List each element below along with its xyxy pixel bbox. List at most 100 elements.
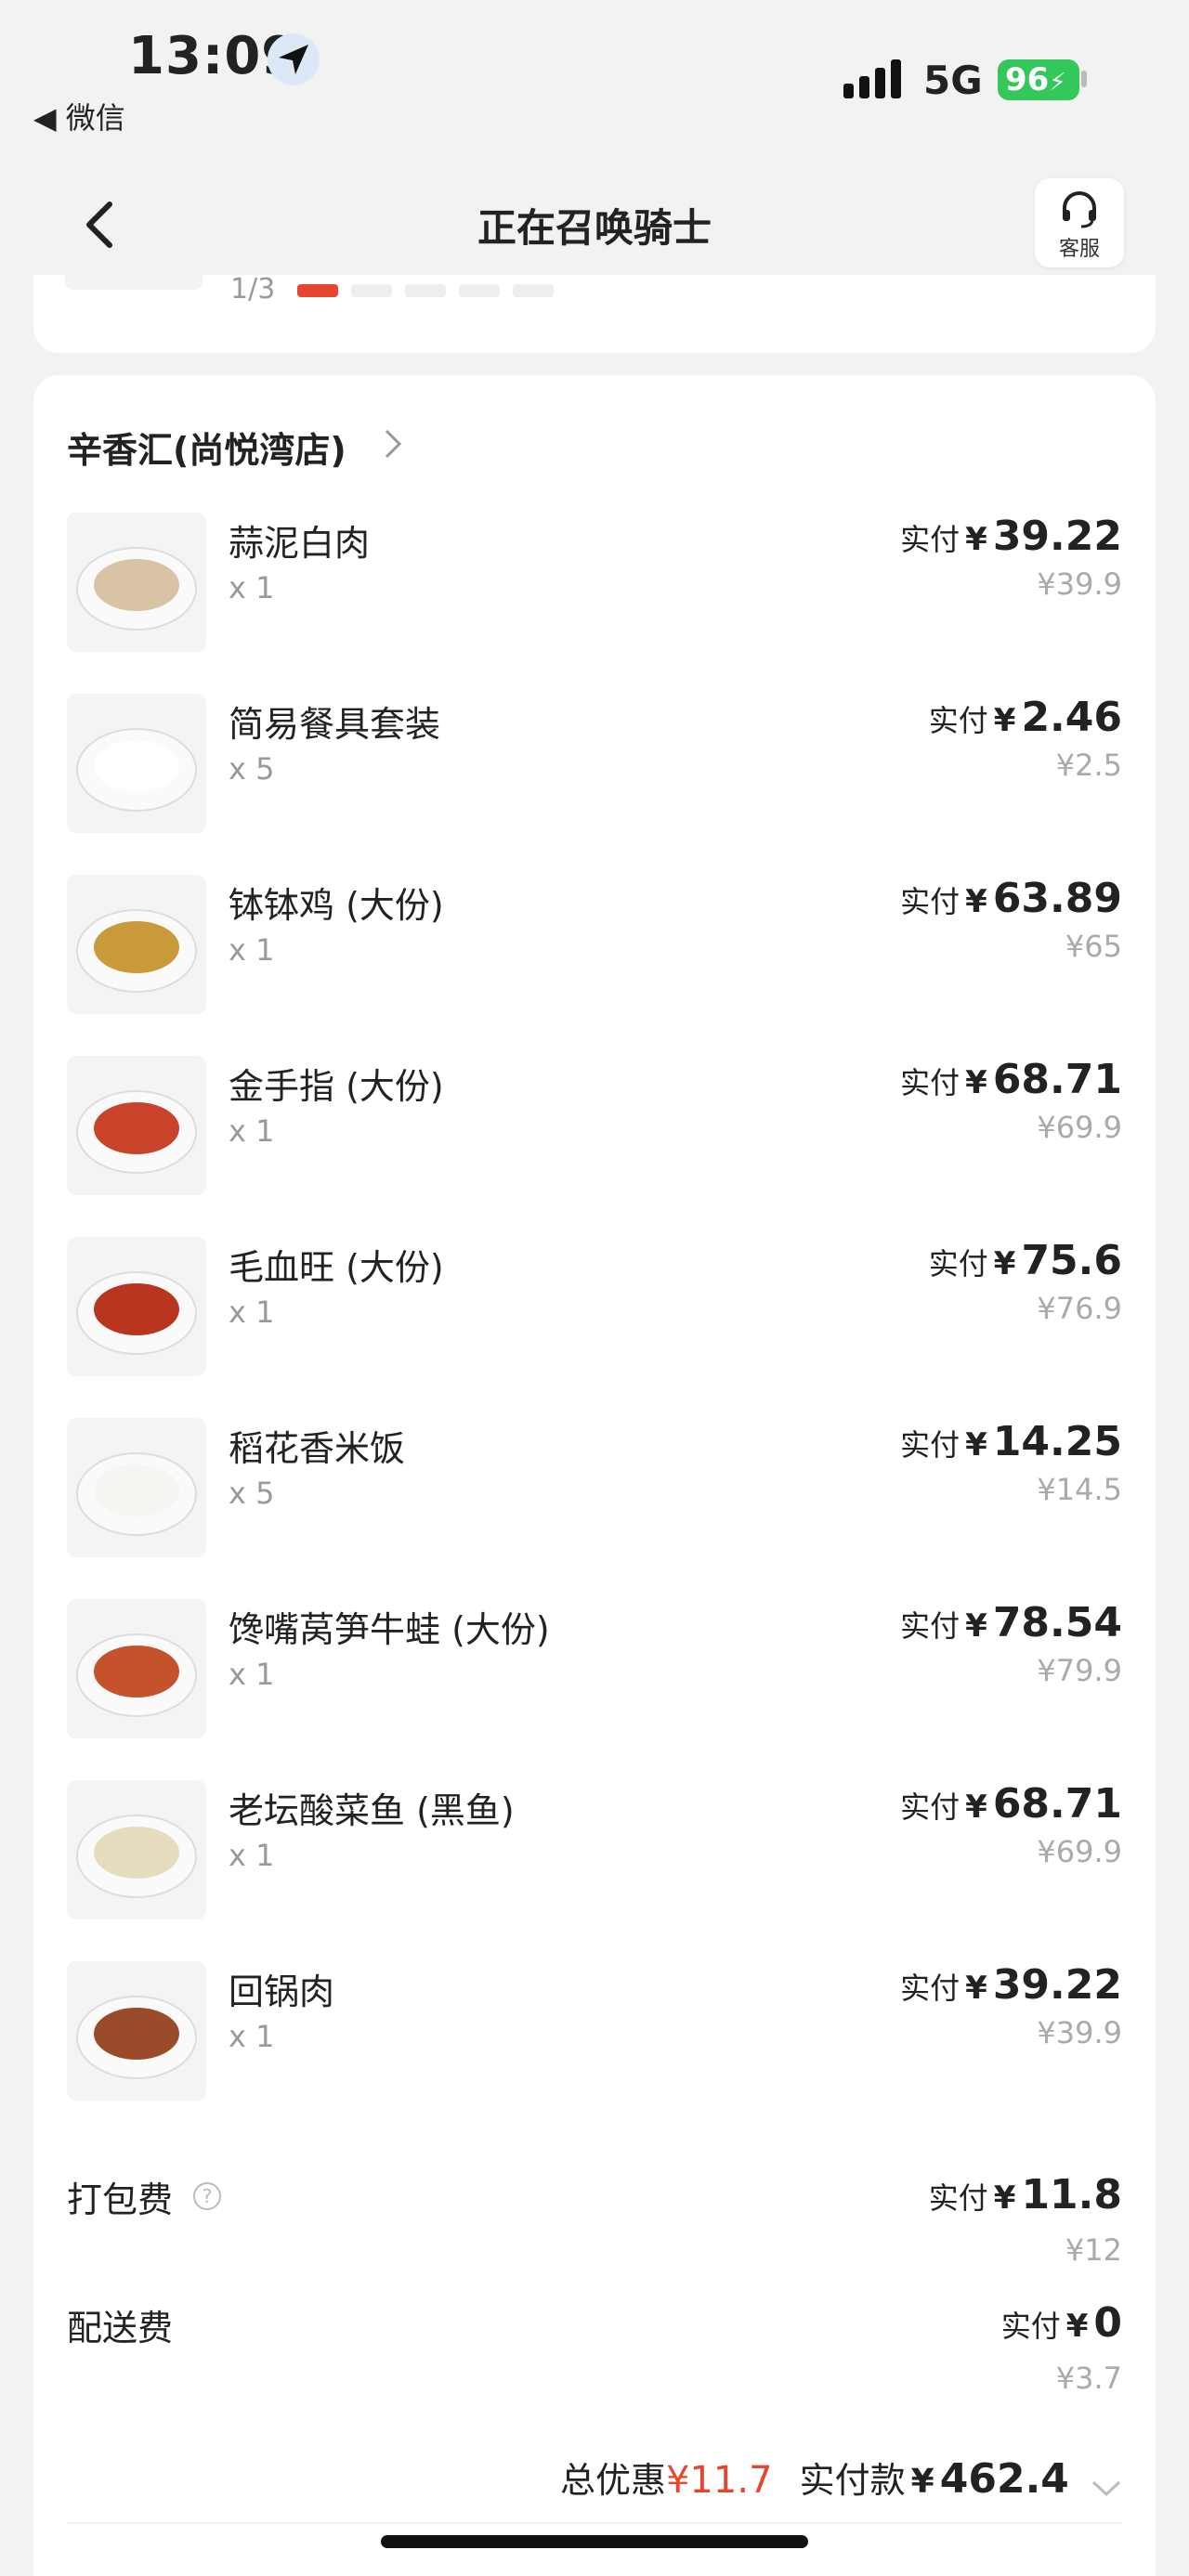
paid-label: 实付 xyxy=(900,522,960,557)
dish-thumbnail xyxy=(67,513,206,652)
dish-name: 老坛酸菜鱼 (黑鱼) xyxy=(229,1790,515,1831)
chevron-down-icon[interactable] xyxy=(1091,2479,1122,2498)
paid-label: 实付 xyxy=(900,884,960,919)
order-item-row[interactable]: 回锅肉 x 1 实付 ¥39.22 ¥39.9 xyxy=(33,1961,1156,2101)
paid-value: 75.6 xyxy=(1021,1237,1122,1284)
dish-quantity: x 1 xyxy=(229,1113,275,1149)
order-detail-card: 辛香汇(尚悦湾店) 蒜泥白肉 x 1 实付 ¥39.22 ¥39.9 简易餐具套装 x 5实… xyxy=(33,375,1156,2576)
location-arrow-icon xyxy=(268,33,320,85)
dish-name: 馋嘴莴笋牛蛙 (大份) xyxy=(229,1609,550,1650)
store-name[interactable]: 辛香汇(尚悦湾店) xyxy=(67,422,346,473)
fee-name: 打包费 xyxy=(67,2179,174,2220)
battery-level: 96 xyxy=(1005,61,1050,98)
currency-symbol: ¥ xyxy=(993,2179,1016,2217)
back-to-app-link[interactable]: ◀ 微信 xyxy=(33,95,125,137)
order-item-row[interactable]: 钵钵鸡 (大份) x 1 实付 ¥63.89 ¥65 xyxy=(33,875,1156,1014)
total-label: 实付款 xyxy=(799,2460,906,2501)
battery-cap xyxy=(1081,71,1087,87)
paid-label: 实付 xyxy=(900,1427,960,1463)
fee-row: 配送费 实付 ¥0 ¥3.7 xyxy=(33,2299,1156,2420)
dish-thumbnail xyxy=(67,1418,206,1557)
customer-service-label: 客服 xyxy=(1058,238,1100,261)
dish-name: 稻花香米饭 xyxy=(229,1428,406,1469)
divider xyxy=(67,2522,1122,2524)
signal-icon xyxy=(843,58,903,98)
paid-value: 11.8 xyxy=(1021,2171,1122,2218)
order-item-row[interactable]: 毛血旺 (大份) x 1 实付 ¥75.6 ¥76.9 xyxy=(33,1237,1156,1376)
currency-symbol: ¥ xyxy=(993,1245,1016,1282)
dish-thumbnail xyxy=(67,875,206,1014)
rider-status-card: 1/3 xyxy=(33,275,1156,353)
fee-original-price: ¥12 xyxy=(1065,2232,1122,2268)
dish-quantity: x 1 xyxy=(229,570,275,605)
dish-quantity: x 1 xyxy=(229,1295,275,1330)
paid-price: 实付 ¥2.46 xyxy=(929,694,1122,741)
order-item-row[interactable]: 金手指 (大份) x 1 实付 ¥68.71 ¥69.9 xyxy=(33,1056,1156,1195)
dish-thumbnail xyxy=(67,694,206,833)
dish-name: 毛血旺 (大份) xyxy=(229,1247,444,1288)
paid-label: 实付 xyxy=(1000,2309,1061,2344)
image-page-indicator: 1/3 xyxy=(230,275,276,306)
fee-original-price: ¥3.7 xyxy=(1055,2361,1122,2396)
dish-thumbnail xyxy=(67,1056,206,1195)
fee-row: 打包费? 实付 ¥11.8 ¥12 xyxy=(33,2171,1156,2292)
dish-name: 回锅肉 xyxy=(229,1971,335,2012)
currency-symbol: ¥ xyxy=(965,1607,987,1645)
original-price: ¥14.5 xyxy=(1037,1472,1122,1507)
fee-paid-price: 实付 ¥0 xyxy=(1001,2299,1122,2347)
paid-price: 实付 ¥39.22 xyxy=(900,1961,1122,2009)
order-item-row[interactable]: 馋嘴莴笋牛蛙 (大份) x 1 实付 ¥78.54 ¥79.9 xyxy=(33,1599,1156,1738)
paid-value: 14.25 xyxy=(992,1418,1122,1465)
page-title: 正在召唤骑士 xyxy=(477,205,712,251)
paid-value: 0 xyxy=(1093,2299,1122,2347)
currency-symbol: ¥ xyxy=(965,1789,987,1826)
order-item-row[interactable]: 简易餐具套装 x 5 实付 ¥2.46 ¥2.5 xyxy=(33,694,1156,833)
paid-label: 实付 xyxy=(928,2180,988,2216)
dish-thumbnail xyxy=(67,1599,206,1738)
original-price: ¥65 xyxy=(1065,929,1122,964)
currency-symbol: ¥ xyxy=(965,1064,987,1101)
dish-thumbnail xyxy=(67,1961,206,2101)
paid-value: 2.46 xyxy=(1021,694,1122,741)
indicator-dot xyxy=(351,284,392,297)
navigation-bar: 正在召唤骑士 客服 xyxy=(0,149,1189,288)
network-type: 5G xyxy=(923,58,983,103)
paid-label: 实付 xyxy=(900,1608,960,1644)
headset-icon xyxy=(1063,191,1096,228)
paid-price: 实付 ¥68.71 xyxy=(900,1780,1122,1828)
indicator-dot xyxy=(459,284,500,297)
paid-value: 39.22 xyxy=(992,513,1122,560)
image-thumbnail xyxy=(65,275,203,290)
order-item-row[interactable]: 蒜泥白肉 x 1 实付 ¥39.22 ¥39.9 xyxy=(33,513,1156,652)
dish-quantity: x 5 xyxy=(229,751,275,787)
discount-value: ¥11.7 xyxy=(666,2459,773,2502)
order-item-row[interactable]: 稻花香米饭 x 5 实付 ¥14.25 ¥14.5 xyxy=(33,1418,1156,1557)
currency-symbol: ¥ xyxy=(965,521,987,558)
dish-name: 钵钵鸡 (大份) xyxy=(229,885,444,926)
chevron-right-icon[interactable] xyxy=(383,427,403,461)
paid-label: 实付 xyxy=(928,1246,988,1281)
paid-label: 实付 xyxy=(928,703,988,738)
total-value: 462.4 xyxy=(939,2455,1069,2503)
currency-symbol: ¥ xyxy=(965,883,987,920)
original-price: ¥39.9 xyxy=(1037,566,1122,602)
original-price: ¥39.9 xyxy=(1037,2015,1122,2050)
battery-icon: 96⚡ xyxy=(998,59,1079,100)
paid-value: 39.22 xyxy=(992,1961,1122,2009)
dish-quantity: x 1 xyxy=(229,1657,275,1692)
currency-symbol: ¥ xyxy=(993,702,1016,739)
original-price: ¥69.9 xyxy=(1037,1110,1122,1145)
dish-quantity: x 1 xyxy=(229,1838,275,1873)
paid-label: 实付 xyxy=(900,1789,960,1825)
fee-paid-price: 实付 ¥11.8 xyxy=(929,2171,1122,2218)
paid-value: 68.71 xyxy=(992,1056,1122,1103)
total-currency: ¥ xyxy=(910,2463,934,2501)
order-item-row[interactable]: 老坛酸菜鱼 (黑鱼) x 1 实付 ¥68.71 ¥69.9 xyxy=(33,1780,1156,1919)
original-price: ¥76.9 xyxy=(1037,1291,1122,1326)
help-icon[interactable]: ? xyxy=(193,2182,221,2210)
dish-quantity: x 1 xyxy=(229,2019,275,2054)
paid-price: 实付 ¥75.6 xyxy=(929,1237,1122,1284)
paid-label: 实付 xyxy=(900,1065,960,1100)
customer-service-button[interactable]: 客服 xyxy=(1035,178,1124,267)
order-summary[interactable]: 总优惠¥11.7 实付款 ¥462.4 xyxy=(560,2452,1122,2503)
